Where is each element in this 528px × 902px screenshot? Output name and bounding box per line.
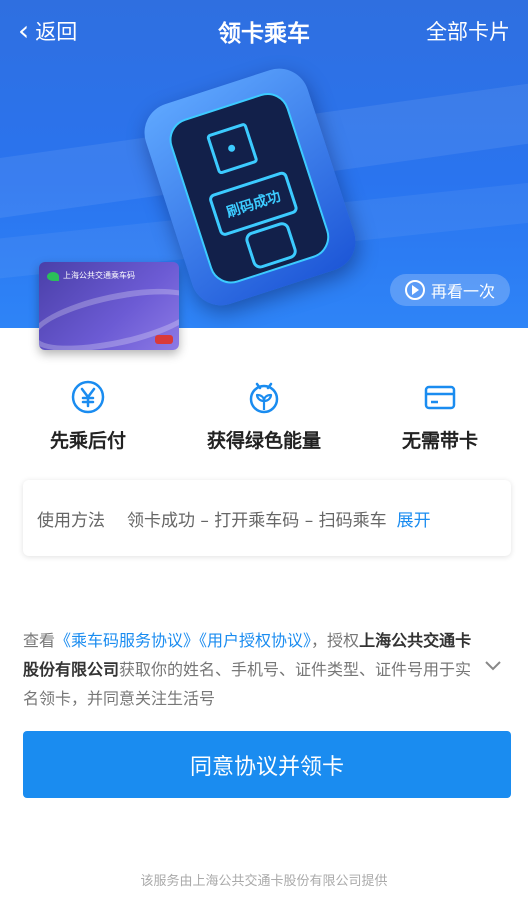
expand-link[interactable]: 展开 [397, 506, 431, 531]
back-label: 返回 [35, 20, 78, 44]
feature-label: 先乘后付 [49, 430, 126, 452]
back-button[interactable]: ‹ 返回 [0, 16, 77, 46]
agreement-text: 查看《乘车码服务协议》《用户授权协议》，授权上海公共交通卡股份有限公司获取你的姓… [23, 626, 473, 713]
replay-button[interactable]: 再看一次 [390, 274, 510, 306]
feature-item: 先乘后付 [3, 380, 173, 453]
card-name: 上海公共交通乘车码 [63, 271, 135, 280]
camera-icon [205, 122, 259, 176]
usage-instructions-box: 使用方法 领卡成功 – 打开乘车码 – 扫码乘车 展开 [23, 480, 511, 556]
usage-label: 使用方法 [37, 510, 105, 531]
agreement-mid: ，授权 [311, 631, 360, 650]
agree-and-claim-button[interactable]: 同意协议并领卡 [23, 731, 511, 798]
card-icon [423, 380, 457, 414]
card-badge [155, 335, 173, 344]
nfc-pad-icon [243, 220, 299, 271]
transit-card-image: 上海公共交通乘车码 [39, 262, 179, 350]
chevron-left-icon: ‹ [18, 14, 30, 47]
card-logo-icon [47, 272, 59, 281]
yen-icon [71, 380, 105, 414]
replay-label: 再看一次 [430, 282, 495, 301]
feature-list: 先乘后付 获得绿色能量 无需带卡 [0, 380, 528, 453]
play-icon [404, 280, 425, 300]
agreement-prefix: 查看 [23, 631, 56, 650]
feature-item: 获得绿色能量 [179, 380, 349, 453]
feature-label: 无需带卡 [401, 430, 478, 452]
auth-agreement-link[interactable]: 《用户授权协议》 [199, 631, 311, 650]
chevron-down-icon[interactable] [484, 656, 502, 674]
feature-item: 无需带卡 [355, 380, 525, 453]
sprout-icon [247, 380, 281, 414]
all-cards-link[interactable]: 全部卡片 [426, 16, 528, 46]
feature-label: 获得绿色能量 [206, 430, 321, 452]
provider-footer: 该服务由上海公共交通卡股份有限公司提供 [140, 874, 388, 889]
top-nav-bar: ‹ 返回 领卡乘车 全部卡片 [0, 0, 528, 62]
usage-steps: 领卡成功 – 打开乘车码 – 扫码乘车 [127, 510, 387, 531]
service-agreement-link[interactable]: 《乘车码服务协议》 [55, 631, 199, 650]
scanner-screen: 刷码成功 [163, 87, 335, 290]
